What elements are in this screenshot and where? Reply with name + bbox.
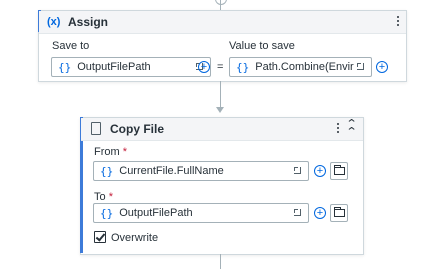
top-add-circle-icon[interactable] (215, 0, 227, 5)
connector-middle (220, 81, 221, 109)
connector-bottom (220, 254, 221, 269)
connector-top (220, 0, 221, 10)
connector-arrow-icon (216, 107, 224, 113)
assign-title: Assign (68, 15, 109, 29)
copy-file-title: Copy File (110, 122, 165, 136)
from-value: CurrentFile.FullName (119, 165, 224, 177)
expand-editor-icon[interactable] (291, 164, 305, 178)
variable-brace-icon: {} (100, 206, 114, 220)
from-field[interactable]: {} CurrentFile.FullName (93, 161, 309, 181)
expand-editor-icon[interactable] (291, 206, 305, 220)
from-plus-icon[interactable]: + (314, 165, 326, 177)
value-to-save-value: Path.Combine(Environ (255, 61, 354, 73)
expand-editor-icon[interactable] (354, 60, 368, 74)
save-to-value: OutputFilePath (77, 61, 151, 73)
value-to-save-plus-icon[interactable]: + (376, 61, 388, 73)
to-plus-icon[interactable]: + (314, 207, 326, 219)
to-field[interactable]: {} OutputFilePath (93, 203, 309, 223)
overwrite-label: Overwrite (111, 232, 159, 244)
value-to-save-field[interactable]: {} Path.Combine(Environ (229, 57, 372, 77)
save-to-label: Save to (52, 40, 90, 52)
checkmark-icon (95, 231, 106, 242)
copy-file-menu-icon[interactable] (336, 123, 340, 133)
overwrite-checkbox[interactable] (94, 231, 106, 243)
equals-sign: = (217, 61, 224, 73)
copy-file-activity-card[interactable]: Copy File ⌃ ⌃ From * {} CurrentFile.FullN… (80, 117, 364, 255)
collapse-chevron-double-up-icon[interactable]: ⌃ ⌃ (346, 119, 358, 138)
variable-brace-icon: {} (58, 60, 72, 74)
assign-icon: (x) (47, 16, 61, 28)
variable-brace-icon: {} (100, 164, 114, 178)
copy-file-icon (91, 122, 101, 135)
from-label: From * (94, 146, 128, 158)
to-value: OutputFilePath (119, 207, 193, 219)
assign-menu-icon[interactable] (396, 16, 400, 26)
from-browse-folder-icon[interactable] (330, 162, 348, 180)
to-browse-folder-icon[interactable] (330, 204, 348, 222)
to-label: To * (94, 191, 113, 203)
save-to-plus-icon[interactable]: + (198, 61, 210, 73)
variable-brace-icon: {} (236, 60, 250, 74)
save-to-field[interactable]: {} OutputFilePath (51, 57, 211, 77)
value-to-save-label: Value to save (229, 40, 295, 52)
assign-activity-card[interactable]: (x) Assign Save to Value to save {} Outp… (38, 10, 407, 82)
